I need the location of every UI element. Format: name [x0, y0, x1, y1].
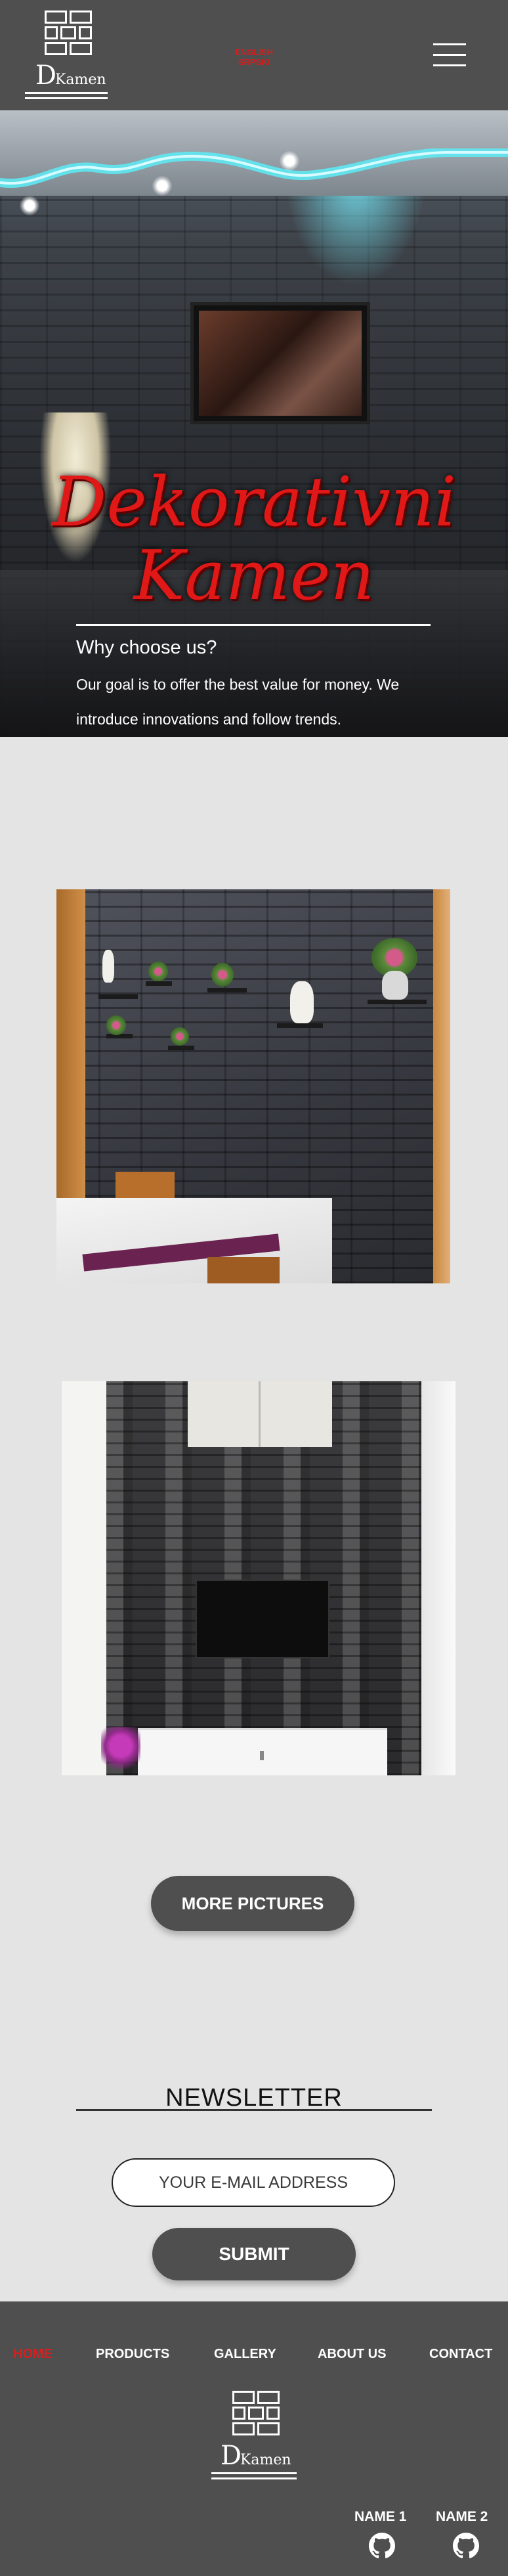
github-icon[interactable] — [453, 2533, 479, 2559]
hero-title: Dekorativni Kamen — [39, 465, 469, 612]
hero-title-line2: Kamen — [133, 535, 375, 615]
wall-shelf — [368, 1000, 427, 1004]
language-selector[interactable]: ENGLISH SRPSKI — [234, 47, 274, 67]
logo-name: Kamen — [55, 72, 106, 88]
footer-nav-products[interactable]: PRODUCTS — [96, 2342, 169, 2366]
footer-name-1: NAME 1 — [354, 2509, 407, 2524]
site-footer: HOME PRODUCTS GALLERY ABOUT US CONTACT D… — [0, 2301, 508, 2576]
wall-shelf — [98, 994, 138, 999]
tv-console — [138, 1728, 387, 1775]
white-wall — [421, 1381, 455, 1775]
vase — [102, 950, 114, 983]
logo-rule — [25, 92, 108, 94]
newsletter-title: NEWSLETTER — [165, 2084, 343, 2112]
decor-panel — [188, 1381, 332, 1447]
hero-section: Dekorativni Kamen Why choose us? Our goa… — [0, 110, 508, 737]
ceiling-light — [280, 151, 299, 171]
footer-nav-gallery[interactable]: GALLERY — [214, 2342, 276, 2366]
brick-logo-icon — [232, 2391, 280, 2437]
hero-title-line1: Dekorativni — [51, 462, 457, 542]
potted-plant — [171, 1027, 189, 1046]
wooden-chair — [207, 1257, 280, 1283]
footer-nav: HOME PRODUCTS GALLERY ABOUT US CONTACT — [0, 2342, 508, 2366]
footer-logo[interactable]: D Kamen — [211, 2391, 297, 2483]
brick-logo-icon — [45, 11, 92, 56]
wall-shelf — [168, 1046, 194, 1050]
logo-wordmark: D Kamen — [218, 2442, 297, 2470]
wall-shelf — [146, 981, 172, 986]
neon-light-decoration — [0, 148, 508, 188]
language-option-srpski[interactable]: SRPSKI — [234, 57, 274, 67]
vase — [382, 971, 408, 1000]
hero-tv — [190, 302, 370, 424]
hamburger-menu-icon[interactable] — [433, 42, 466, 68]
site-header: D Kamen ENGLISH SRPSKI — [0, 0, 508, 110]
gallery-photo-tv-wall[interactable] — [62, 1381, 455, 1775]
more-pictures-button[interactable]: MORE PICTURES — [151, 1876, 354, 1931]
vase — [290, 981, 314, 1023]
logo-rule — [211, 2472, 297, 2474]
logo-name: Kamen — [240, 2452, 291, 2468]
hero-subtitle: Why choose us? — [76, 637, 217, 658]
footer-nav-home[interactable]: HOME — [13, 2342, 53, 2366]
submit-button[interactable]: SUBMIT — [152, 2228, 356, 2280]
potted-plant — [106, 1015, 126, 1035]
footer-nav-contact[interactable]: CONTACT — [429, 2342, 492, 2366]
orchid-plant — [101, 1727, 140, 1775]
tv-screen — [196, 1580, 329, 1658]
github-icon[interactable] — [369, 2533, 395, 2559]
logo-letter: D — [221, 2441, 242, 2471]
ceiling-light — [20, 196, 39, 215]
potted-plant — [211, 963, 234, 987]
logo-letter: D — [35, 60, 57, 91]
gallery-photo-restaurant-wall[interactable] — [56, 889, 450, 1283]
wall-shelf — [207, 988, 247, 992]
site-logo[interactable]: D Kamen — [25, 11, 108, 100]
hero-description: Our goal is to offer the best value for … — [76, 676, 400, 728]
dining-table — [56, 1198, 332, 1283]
logo-wordmark: D Kamen — [29, 62, 108, 89]
email-field[interactable] — [112, 2158, 395, 2207]
hero-divider — [76, 624, 431, 626]
ceiling-light — [152, 176, 172, 196]
wood-panel — [433, 889, 450, 1283]
potted-plant — [148, 962, 168, 981]
language-option-english[interactable]: ENGLISH — [234, 47, 274, 57]
footer-nav-about-us[interactable]: ABOUT US — [318, 2342, 386, 2366]
logo-rule — [211, 2477, 297, 2479]
footer-name-2: NAME 2 — [436, 2509, 488, 2524]
logo-rule — [25, 97, 108, 99]
wall-shelf — [277, 1023, 323, 1028]
